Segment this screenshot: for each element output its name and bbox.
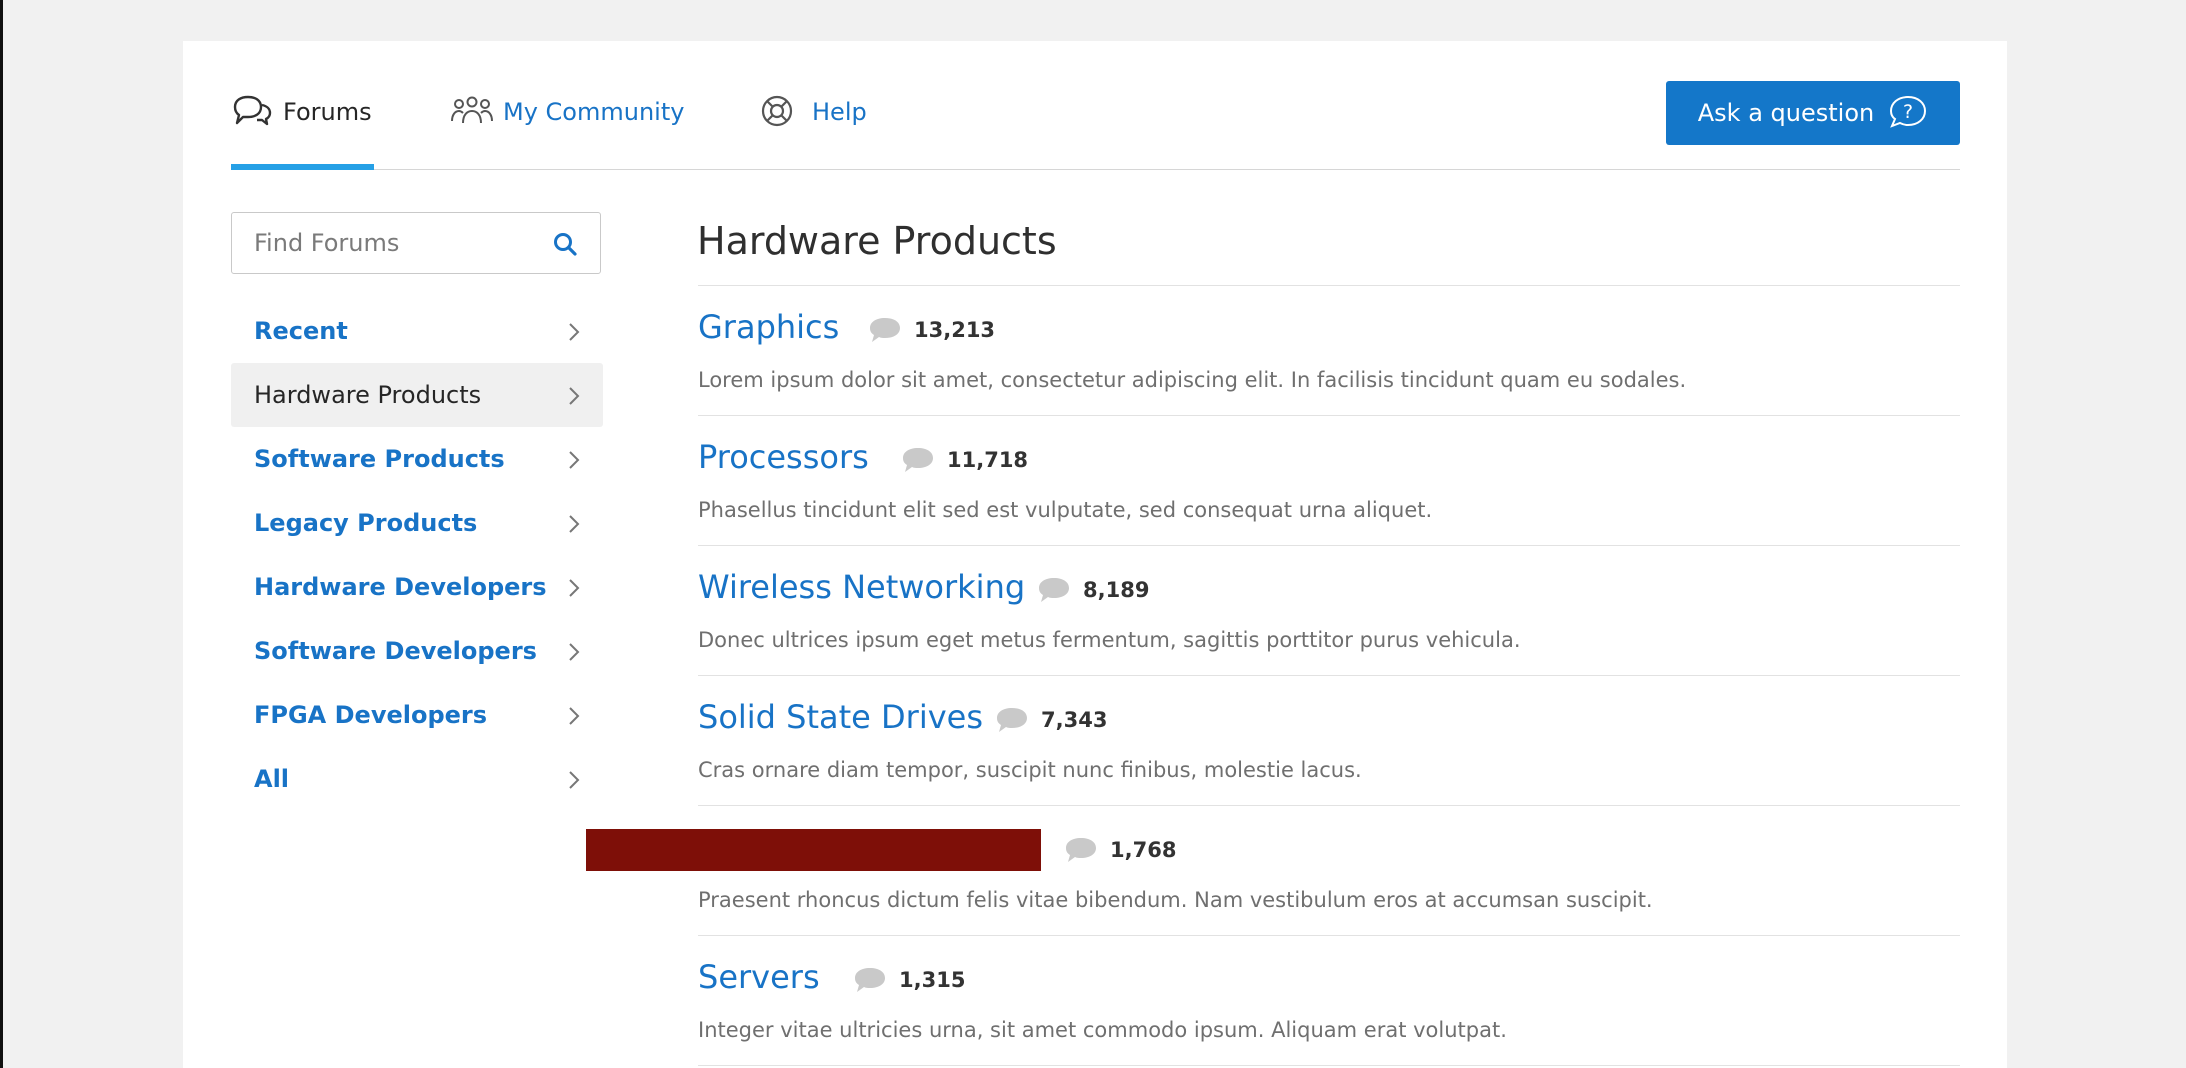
ask-question-button[interactable]: Ask a question ? [1666,81,1960,145]
chevron-right-icon [567,385,581,407]
comment-bubble-icon [997,708,1027,732]
forum-link[interactable]: Wireless Networking [698,568,1025,606]
comment-bubble-icon [870,318,900,342]
forum-link[interactable]: Solid State Drives [698,698,983,736]
post-count: 7,343 [995,706,1107,734]
sidebar-item-label: FPGA Developers [254,701,488,729]
post-count-value: 7,343 [1041,708,1108,732]
forum-panel: Forums My Community Help Ask a question … [183,41,2007,1068]
forum-link[interactable]: Servers [698,958,820,996]
sidebar-item-label: Hardware Products [254,381,482,409]
post-count-value: 11,718 [947,448,1029,472]
forum-description: Integer vitae ultricies urna, sit amet c… [698,1018,1507,1042]
chevron-right-icon [567,513,581,535]
top-navigation: Forums My Community Help Ask a question … [231,41,1960,170]
forum-description: Cras ornare diam tempor, suscipit nunc f… [698,758,1362,782]
chevron-right-icon [567,577,581,599]
lifebuoy-icon [760,93,802,129]
forum-description: Lorem ipsum dolor sit amet, consectetur … [698,368,1687,392]
forum-description: Donec ultrices ipsum eget metus fermentu… [698,628,1521,652]
tab-forums[interactable]: Forums [231,93,374,170]
page-title: Hardware Products [697,219,1057,263]
redaction-block [586,829,1041,871]
post-count: 1,315 [853,966,965,994]
chat-bubbles-icon [231,93,273,129]
window-edge [0,0,3,1068]
sidebar-item-label: Software Products [254,445,505,473]
sidebar-item-software-products[interactable]: Software Products [231,427,603,491]
sidebar-item-legacy-products[interactable]: Legacy Products [231,491,603,555]
sidebar-item-label: Software Developers [254,637,537,665]
search-icon[interactable] [552,231,578,257]
forum-description: Praesent rhoncus dictum felis vitae bibe… [698,888,1653,912]
sidebar-item-hardware-developers[interactable]: Hardware Developers [231,555,603,619]
post-count-value: 1,768 [1110,838,1177,862]
chevron-right-icon [567,321,581,343]
post-count: 8,189 [1037,576,1149,604]
tab-forums-label: Forums [283,98,372,126]
post-count-value: 8,189 [1083,578,1150,602]
post-count-value: 1,315 [899,968,966,992]
forum-link[interactable]: Processors [698,438,869,476]
sidebar-item-hardware-products[interactable]: Hardware Products [231,363,603,427]
forum-row: Processors 11,718 Phasellus tincidunt el… [698,416,1960,546]
chevron-right-icon [567,641,581,663]
find-forums-search [231,212,601,274]
active-tab-indicator [231,164,374,170]
forum-description: Phasellus tincidunt elit sed est vulputa… [698,498,1433,522]
sidebar-item-all[interactable]: All [231,747,603,811]
post-count: 13,213 [868,316,995,344]
svg-text:?: ? [1903,101,1913,123]
comment-bubble-icon [1066,838,1096,862]
sidebar-category-list: Recent Hardware Products Software Produc… [231,299,603,811]
post-count: 1,768 [1064,836,1176,864]
sidebar-item-label: Hardware Developers [254,573,547,601]
people-group-icon [451,93,493,129]
tab-my-community[interactable]: My Community [451,93,684,169]
question-circle-icon: ? [1888,94,1928,132]
chevron-right-icon [567,705,581,727]
tab-help[interactable]: Help [760,93,867,169]
sidebar-item-label: Recent [254,317,348,345]
forum-row: Wireless Networking 8,189 Donec ultrices… [698,546,1960,676]
post-count: 11,718 [901,446,1028,474]
comment-bubble-icon [1039,578,1069,602]
forum-row: Graphics 13,213 Lorem ipsum dolor sit am… [698,286,1960,416]
search-input[interactable] [232,213,542,273]
comment-bubble-icon [903,448,933,472]
ask-question-label: Ask a question [1697,99,1875,127]
forum-row: Solid State Drives 7,343 Cras ornare dia… [698,676,1960,806]
chevron-right-icon [567,449,581,471]
forum-list: Graphics 13,213 Lorem ipsum dolor sit am… [698,285,1960,1066]
tab-help-label: Help [812,98,867,126]
chevron-right-icon [567,769,581,791]
forum-row: Servers 1,315 Integer vitae ultricies ur… [698,936,1960,1066]
forum-row: 1,768 Praesent rhoncus dictum felis vita… [698,806,1960,936]
tab-my-community-label: My Community [503,98,685,126]
sidebar-item-label: Legacy Products [254,509,478,537]
sidebar-item-software-developers[interactable]: Software Developers [231,619,603,683]
comment-bubble-icon [855,968,885,992]
post-count-value: 13,213 [914,318,996,342]
sidebar-item-recent[interactable]: Recent [231,299,603,363]
sidebar-item-fpga-developers[interactable]: FPGA Developers [231,683,603,747]
forum-link[interactable]: Graphics [698,308,839,346]
sidebar-item-label: All [254,765,290,793]
